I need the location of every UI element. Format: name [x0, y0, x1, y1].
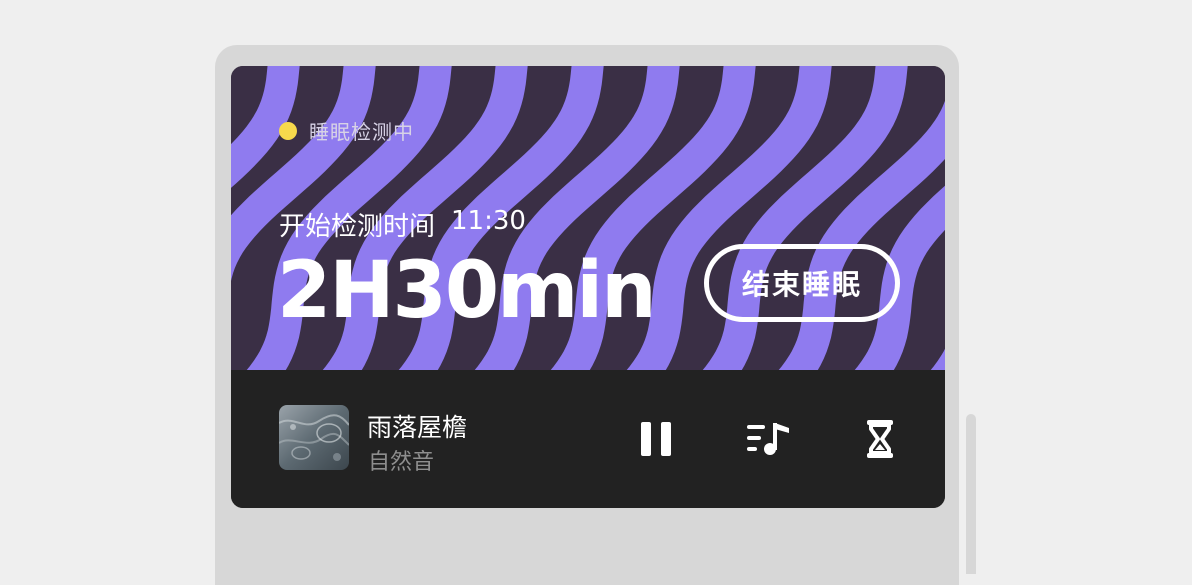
status-indicator: 睡眠检测中	[279, 116, 414, 145]
track-cover-image[interactable]	[279, 405, 349, 470]
track-title: 雨落屋檐	[367, 413, 468, 442]
playlist-button[interactable]	[744, 414, 794, 464]
scrollbar[interactable]	[966, 414, 976, 574]
pause-button[interactable]	[631, 414, 681, 464]
status-label: 睡眠检测中	[309, 120, 414, 144]
playlist-icon	[747, 423, 789, 455]
end-sleep-button[interactable]: 结束睡眠	[704, 244, 900, 322]
track-subtitle: 自然音	[368, 450, 435, 475]
timer-button[interactable]	[855, 414, 905, 464]
start-time-row: 开始检测时间 11:30	[279, 206, 526, 243]
start-time-value: 11:30	[451, 206, 526, 236]
sleep-duration: 2H30min	[277, 246, 657, 336]
pause-icon	[641, 422, 671, 456]
sleep-hero-panel: 睡眠检测中 开始检测时间 11:30 2H30min 结束睡眠	[231, 66, 945, 370]
sleep-card: 睡眠检测中 开始检测时间 11:30 2H30min 结束睡眠 雨落屋檐 自然音	[231, 66, 945, 508]
rain-artwork-icon	[279, 405, 349, 470]
status-dot-icon	[279, 121, 297, 140]
sound-player: 雨落屋檐 自然音	[231, 370, 945, 508]
start-time-label: 开始检测时间	[279, 212, 436, 242]
hourglass-icon	[867, 420, 893, 458]
